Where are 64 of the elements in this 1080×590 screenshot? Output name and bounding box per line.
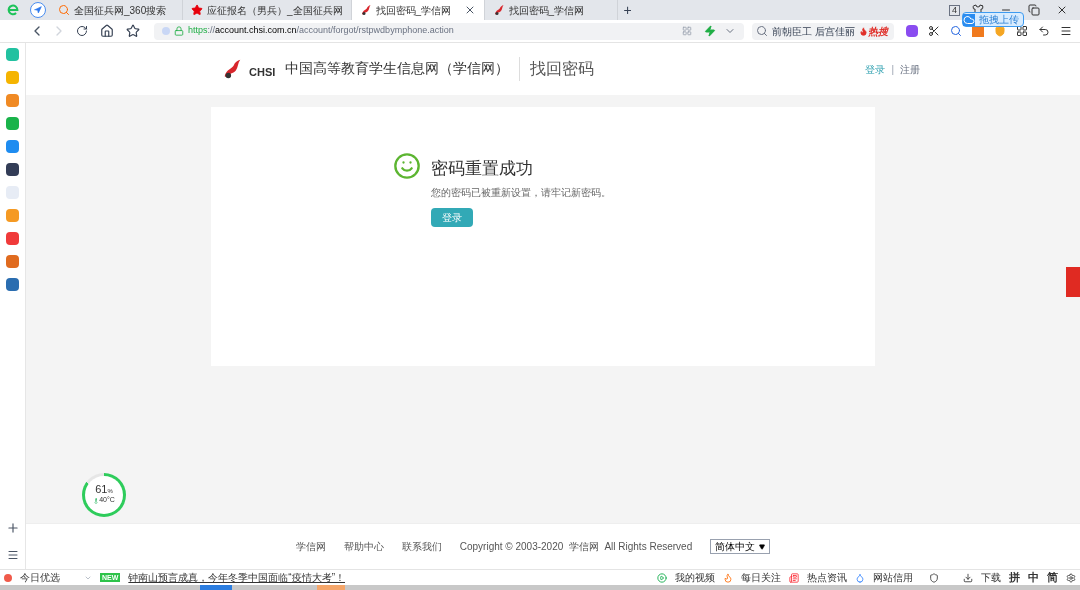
address-field[interactable]: https://account.chsi.com.cn/account/forgot/rstpwdbymphone.action — [154, 22, 744, 40]
search-icon — [756, 25, 768, 37]
list-icon[interactable] — [6, 549, 19, 561]
apps-icon[interactable] — [1016, 25, 1028, 37]
copyright-text: Copyright © 2003-2020 学信网 All Rights Reserved — [459, 540, 693, 554]
home-icon[interactable] — [100, 24, 114, 38]
bookmark-icon[interactable] — [126, 24, 140, 38]
footer-link[interactable]: 学信网 — [295, 539, 326, 554]
droplet-icon — [855, 572, 865, 583]
star-icon — [191, 4, 203, 16]
video-icon — [657, 572, 667, 583]
browser-logo-icon[interactable] — [6, 3, 20, 17]
grid-icon[interactable] — [682, 26, 692, 36]
dropdown-arrow-icon — [759, 543, 766, 550]
daily-picks-link[interactable]: 今日优选 — [20, 570, 60, 585]
status-item[interactable]: 每日关注 — [741, 570, 781, 585]
undo-icon[interactable] — [1038, 25, 1050, 37]
shield-icon[interactable] — [994, 25, 1006, 37]
status-item[interactable]: 我的视频 — [675, 570, 715, 585]
link-separator: | — [891, 62, 894, 77]
sidebar-app-icon[interactable] — [6, 163, 19, 176]
footer-link[interactable]: 帮助中心 — [343, 539, 384, 554]
reload-icon[interactable] — [76, 25, 88, 37]
upload-tooltip[interactable]: 拖拽上传 — [962, 12, 1024, 27]
news-link[interactable]: 钟南山预言成真，今年冬季中国面临“疫情大考”！ — [128, 570, 345, 585]
lock-icon — [174, 26, 184, 36]
news-icon — [789, 572, 799, 583]
new-tab-button[interactable]: + — [617, 0, 638, 20]
settings-icon[interactable] — [1066, 572, 1076, 583]
search-icon[interactable] — [950, 25, 962, 37]
register-link[interactable]: 注册 — [900, 61, 920, 77]
flame-icon — [723, 572, 733, 583]
close-icon[interactable] — [1056, 4, 1068, 16]
search-icon — [58, 4, 70, 16]
bird-logo-icon — [359, 4, 372, 16]
footer-link[interactable]: 联系我们 — [401, 539, 442, 554]
language-select[interactable]: 简体中文 — [710, 539, 771, 554]
add-icon[interactable] — [5, 521, 20, 535]
status-item[interactable]: 热点资讯 — [807, 570, 847, 585]
restore-icon[interactable] — [1028, 4, 1040, 16]
browser-tab[interactable]: 找回密码_学信网 — [351, 0, 485, 20]
smile-icon — [392, 152, 421, 180]
sidebar-app-icon[interactable] — [6, 278, 19, 291]
search-field[interactable]: 前朝臣工 后宫佳丽 热搜 — [752, 22, 894, 40]
status-item[interactable]: 网站信用 — [873, 570, 913, 585]
ime-button[interactable]: 中 — [1028, 572, 1039, 583]
shield-icon[interactable] — [929, 572, 939, 583]
bird-logo-icon — [492, 4, 505, 16]
ime-button[interactable]: 简 — [1047, 572, 1058, 583]
hot-search-badge[interactable]: 热搜 — [858, 23, 888, 39]
site-name: 中国高等教育学生信息网（学信网） — [285, 59, 510, 78]
result-title: 密码重置成功 — [430, 158, 534, 180]
scissors-icon[interactable] — [928, 25, 940, 37]
navigation-icon[interactable] — [30, 2, 46, 18]
menu-icon[interactable] — [1060, 25, 1072, 37]
ime-button[interactable]: 拼 — [1009, 572, 1020, 583]
tab-count[interactable]: 4 — [949, 4, 960, 16]
thermometer-icon — [93, 497, 100, 504]
result-message: 您的密码已被重新设置，请牢记新密码。 — [430, 185, 611, 200]
page-title: 找回密码 — [530, 59, 595, 79]
logo-text: CHSI — [249, 64, 276, 80]
lightning-icon[interactable] — [704, 25, 716, 37]
download-icon — [963, 572, 973, 583]
download-link[interactable]: 下载 — [981, 570, 1001, 585]
